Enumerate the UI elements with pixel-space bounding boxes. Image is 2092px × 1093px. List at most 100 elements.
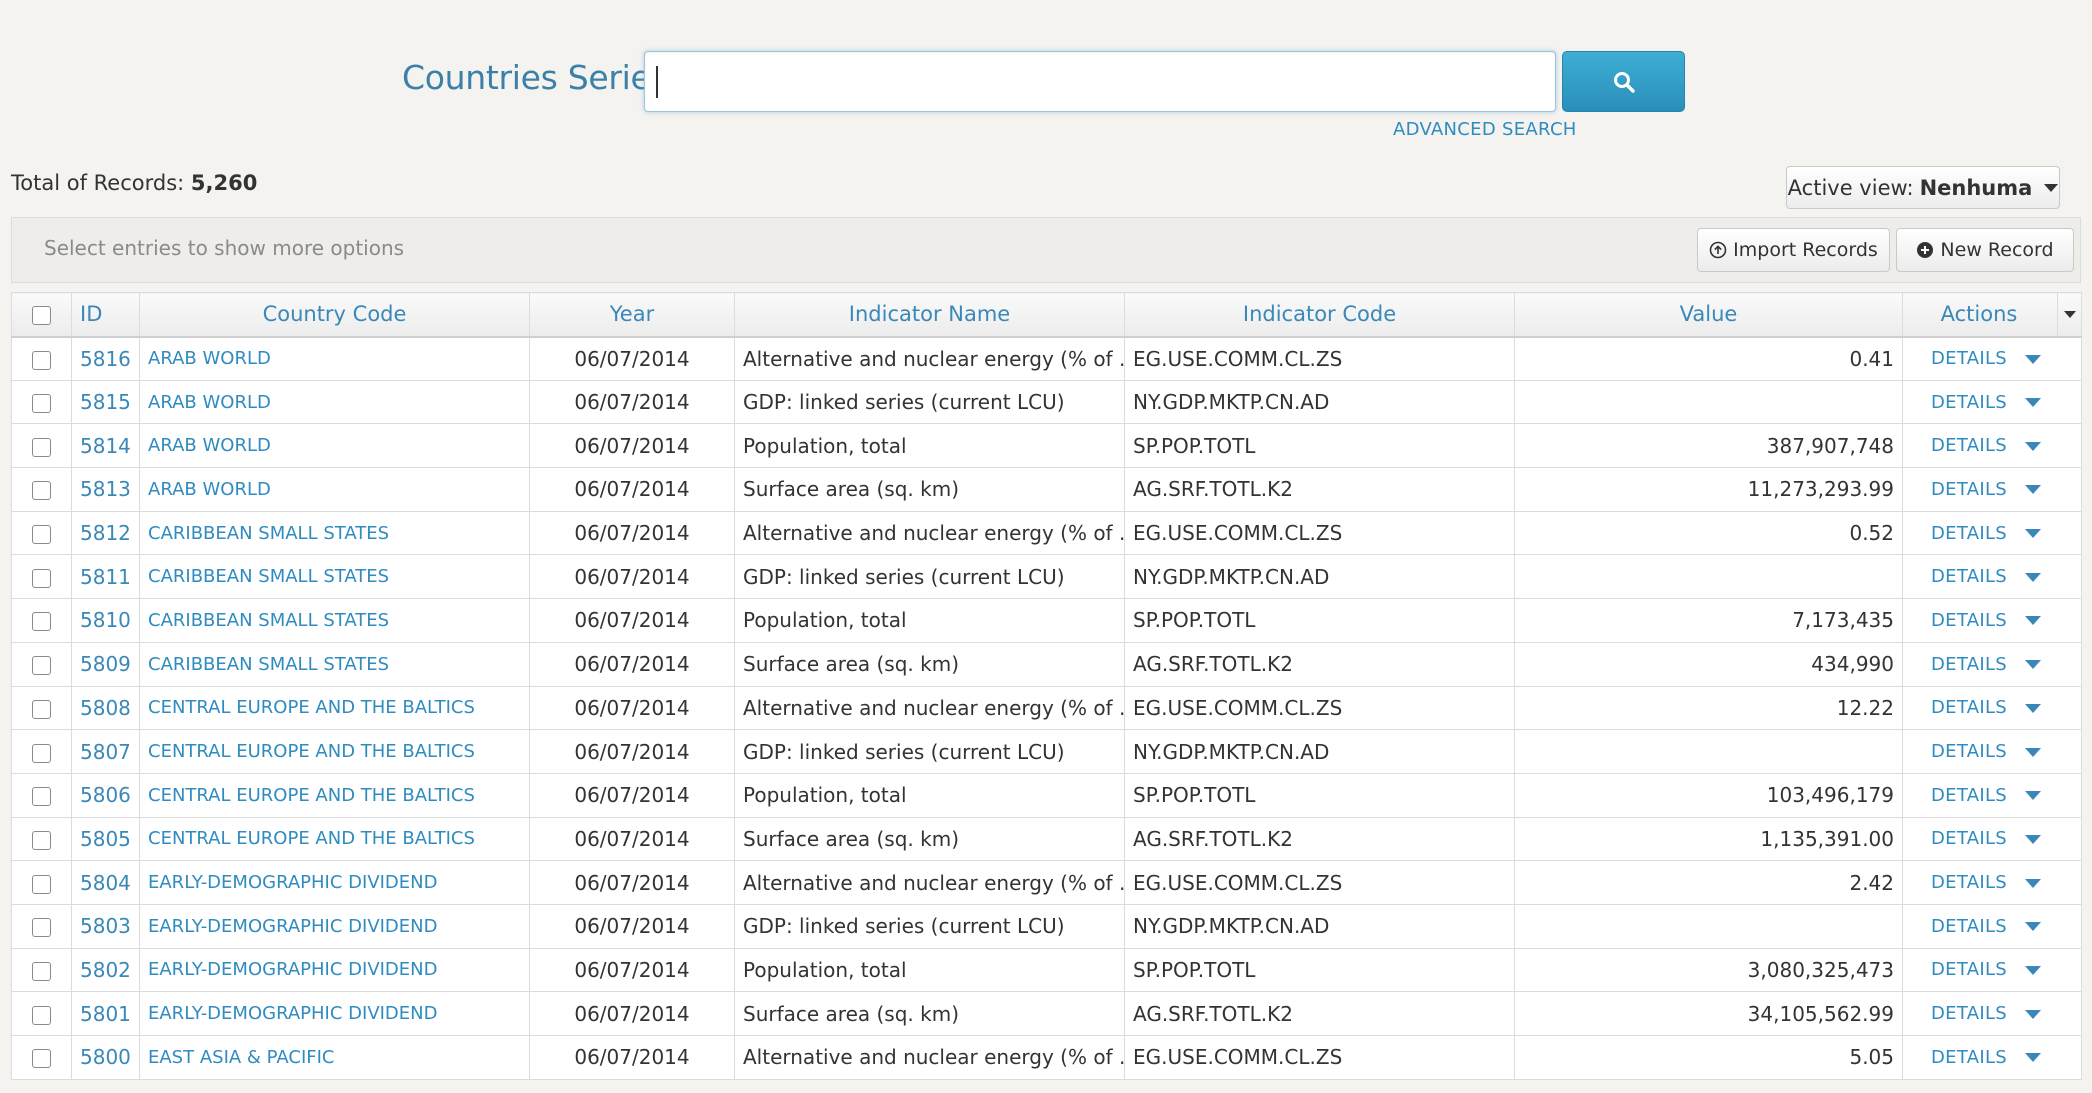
row-id-link[interactable]: 5809 bbox=[71, 641, 140, 687]
row-details-button[interactable]: DETAILS bbox=[1931, 523, 2007, 544]
row-checkbox[interactable] bbox=[32, 699, 51, 719]
column-header-country-code[interactable]: Country Code bbox=[139, 292, 530, 338]
row-checkbox[interactable] bbox=[32, 961, 51, 981]
row-id-link[interactable]: 5800 bbox=[71, 1035, 140, 1080]
row-checkbox[interactable] bbox=[32, 437, 51, 457]
row-checkbox[interactable] bbox=[32, 1049, 51, 1069]
row-checkbox[interactable] bbox=[32, 830, 51, 850]
chevron-down-icon[interactable] bbox=[2025, 660, 2042, 670]
row-id-link[interactable]: 5804 bbox=[71, 860, 140, 905]
row-id-link[interactable]: 5807 bbox=[71, 729, 140, 774]
row-country-link[interactable]: EARLY-DEMOGRAPHIC DIVIDEND bbox=[139, 903, 530, 949]
row-checkbox[interactable] bbox=[32, 656, 51, 676]
column-header-value[interactable]: Value bbox=[1514, 292, 1903, 338]
search-button[interactable] bbox=[1562, 51, 1685, 112]
row-details-button[interactable]: DETAILS bbox=[1931, 566, 2007, 587]
row-id-link[interactable]: 5815 bbox=[71, 379, 140, 425]
row-details-button[interactable]: DETAILS bbox=[1931, 348, 2007, 369]
column-header-year[interactable]: Year bbox=[529, 292, 735, 338]
column-header-indicator-code[interactable]: Indicator Code bbox=[1124, 292, 1515, 338]
chevron-down-icon[interactable] bbox=[2025, 747, 2042, 757]
chevron-down-icon[interactable] bbox=[2025, 485, 2042, 495]
row-details-button[interactable]: DETAILS bbox=[1931, 479, 2007, 500]
row-details-button[interactable]: DETAILS bbox=[1931, 392, 2007, 413]
search-input[interactable] bbox=[644, 51, 1556, 112]
row-country-link[interactable]: EARLY-DEMOGRAPHIC DIVIDEND bbox=[139, 947, 530, 993]
active-view-dropdown[interactable]: Active view: Nenhuma bbox=[1786, 166, 2060, 209]
chevron-down-icon[interactable] bbox=[2025, 965, 2042, 975]
row-checkbox[interactable] bbox=[32, 1005, 51, 1025]
row-id-link[interactable]: 5811 bbox=[71, 554, 140, 600]
row-details-button[interactable]: DETAILS bbox=[1931, 916, 2007, 937]
row-checkbox[interactable] bbox=[32, 787, 51, 807]
row-value: 3,080,325,473 bbox=[1514, 947, 1903, 993]
row-country-link[interactable]: EARLY-DEMOGRAPHIC DIVIDEND bbox=[139, 991, 530, 1036]
row-country-link[interactable]: ARAB WORLD bbox=[139, 379, 530, 425]
chevron-down-icon[interactable] bbox=[2025, 791, 2042, 801]
row-country-link[interactable]: ARAB WORLD bbox=[139, 336, 530, 381]
select-all-checkbox[interactable] bbox=[32, 305, 51, 325]
column-header-indicator-name[interactable]: Indicator Name bbox=[734, 292, 1125, 338]
row-details-button[interactable]: DETAILS bbox=[1931, 1047, 2007, 1068]
row-id-link[interactable]: 5816 bbox=[71, 336, 140, 381]
chevron-down-icon[interactable] bbox=[2025, 703, 2042, 713]
row-country-link[interactable]: EARLY-DEMOGRAPHIC DIVIDEND bbox=[139, 860, 530, 905]
row-checkbox[interactable] bbox=[32, 350, 51, 370]
new-record-button[interactable]: New Record bbox=[1896, 228, 2074, 272]
row-id-link[interactable]: 5812 bbox=[71, 510, 140, 556]
chevron-down-icon[interactable] bbox=[2025, 1053, 2042, 1063]
row-checkbox[interactable] bbox=[32, 874, 51, 894]
row-id-link[interactable]: 5810 bbox=[71, 598, 140, 643]
chevron-down-icon[interactable] bbox=[2025, 834, 2042, 844]
row-checkbox[interactable] bbox=[32, 394, 51, 414]
row-country-link[interactable]: CENTRAL EUROPE AND THE BALTICS bbox=[139, 685, 530, 731]
row-country-link[interactable]: ARAB WORLD bbox=[139, 467, 530, 512]
row-details-button[interactable]: DETAILS bbox=[1931, 785, 2007, 806]
row-country-link[interactable]: CARIBBEAN SMALL STATES bbox=[139, 598, 530, 643]
row-id-link[interactable]: 5806 bbox=[71, 772, 140, 818]
chevron-down-icon[interactable] bbox=[2025, 398, 2042, 408]
chevron-down-icon[interactable] bbox=[2025, 572, 2042, 582]
row-country-link[interactable]: CARIBBEAN SMALL STATES bbox=[139, 510, 530, 556]
row-country-link[interactable]: CENTRAL EUROPE AND THE BALTICS bbox=[139, 772, 530, 818]
row-details-button[interactable]: DETAILS bbox=[1931, 741, 2007, 762]
column-header-id[interactable]: ID bbox=[71, 292, 140, 338]
row-country-link[interactable]: CENTRAL EUROPE AND THE BALTICS bbox=[139, 816, 530, 862]
row-id-link[interactable]: 5808 bbox=[71, 685, 140, 731]
advanced-search-link[interactable]: ADVANCED SEARCH bbox=[1393, 119, 1577, 140]
row-checkbox[interactable] bbox=[32, 568, 51, 588]
row-details-button[interactable]: DETAILS bbox=[1931, 872, 2007, 893]
chevron-down-icon[interactable] bbox=[2025, 922, 2042, 932]
row-checkbox[interactable] bbox=[32, 525, 51, 545]
row-country-link[interactable]: CARIBBEAN SMALL STATES bbox=[139, 554, 530, 600]
chevron-down-icon[interactable] bbox=[2025, 616, 2042, 626]
row-details-button[interactable]: DETAILS bbox=[1931, 435, 2007, 456]
chevron-down-icon[interactable] bbox=[2025, 878, 2042, 888]
row-id-link[interactable]: 5813 bbox=[71, 467, 140, 512]
row-details-button[interactable]: DETAILS bbox=[1931, 697, 2007, 718]
row-details-button[interactable]: DETAILS bbox=[1931, 828, 2007, 849]
row-checkbox[interactable] bbox=[32, 743, 51, 763]
row-id-link[interactable]: 5803 bbox=[71, 903, 140, 949]
chevron-down-icon[interactable] bbox=[2025, 1009, 2042, 1019]
row-checkbox[interactable] bbox=[32, 918, 51, 938]
import-records-button[interactable]: Import Records bbox=[1697, 228, 1890, 272]
row-country-link[interactable]: ARAB WORLD bbox=[139, 423, 530, 469]
row-details-button[interactable]: DETAILS bbox=[1931, 610, 2007, 631]
row-details-button[interactable]: DETAILS bbox=[1931, 959, 2007, 980]
row-id-link[interactable]: 5805 bbox=[71, 816, 140, 862]
row-country-link[interactable]: EAST ASIA & PACIFIC bbox=[139, 1035, 530, 1080]
row-country-link[interactable]: CENTRAL EUROPE AND THE BALTICS bbox=[139, 729, 530, 774]
row-checkbox[interactable] bbox=[32, 481, 51, 501]
row-id-link[interactable]: 5802 bbox=[71, 947, 140, 993]
row-id-link[interactable]: 5814 bbox=[71, 423, 140, 469]
row-details-button[interactable]: DETAILS bbox=[1931, 654, 2007, 675]
chevron-down-icon[interactable] bbox=[2025, 441, 2042, 451]
row-checkbox[interactable] bbox=[32, 612, 51, 632]
chevron-down-icon[interactable] bbox=[2025, 354, 2042, 364]
row-id-link[interactable]: 5801 bbox=[71, 991, 140, 1036]
row-country-link[interactable]: CARIBBEAN SMALL STATES bbox=[139, 641, 530, 687]
chevron-down-icon[interactable] bbox=[2025, 529, 2042, 539]
column-menu-button[interactable] bbox=[2057, 293, 2081, 335]
row-details-button[interactable]: DETAILS bbox=[1931, 1003, 2007, 1024]
